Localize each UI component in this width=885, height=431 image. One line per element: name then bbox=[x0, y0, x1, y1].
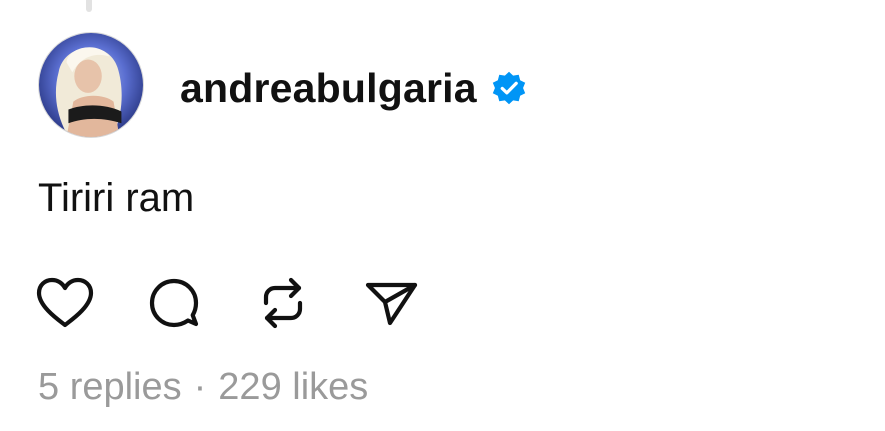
avatar[interactable] bbox=[38, 32, 144, 138]
likes-count[interactable]: 229 likes bbox=[218, 366, 368, 409]
avatar-image bbox=[39, 33, 143, 137]
repost-icon bbox=[263, 277, 303, 329]
share-button[interactable] bbox=[361, 272, 423, 334]
comment-icon bbox=[149, 278, 199, 328]
heart-icon bbox=[36, 277, 94, 328]
post-text: Tiriri ram bbox=[38, 176, 195, 220]
stats-separator: · bbox=[193, 366, 207, 408]
username[interactable]: andreabulgaria bbox=[180, 65, 477, 112]
verified-badge-icon bbox=[492, 71, 525, 105]
post-stats: 5 replies · 229 likes bbox=[38, 366, 368, 409]
author-row: andreabulgaria bbox=[180, 62, 527, 114]
repost-button[interactable] bbox=[252, 272, 314, 334]
send-icon bbox=[365, 282, 418, 326]
replies-count[interactable]: 5 replies bbox=[38, 366, 182, 409]
action-bar bbox=[36, 272, 470, 334]
reply-button[interactable] bbox=[143, 272, 205, 334]
thread-connector-line bbox=[86, 0, 92, 12]
like-button[interactable] bbox=[34, 272, 96, 334]
